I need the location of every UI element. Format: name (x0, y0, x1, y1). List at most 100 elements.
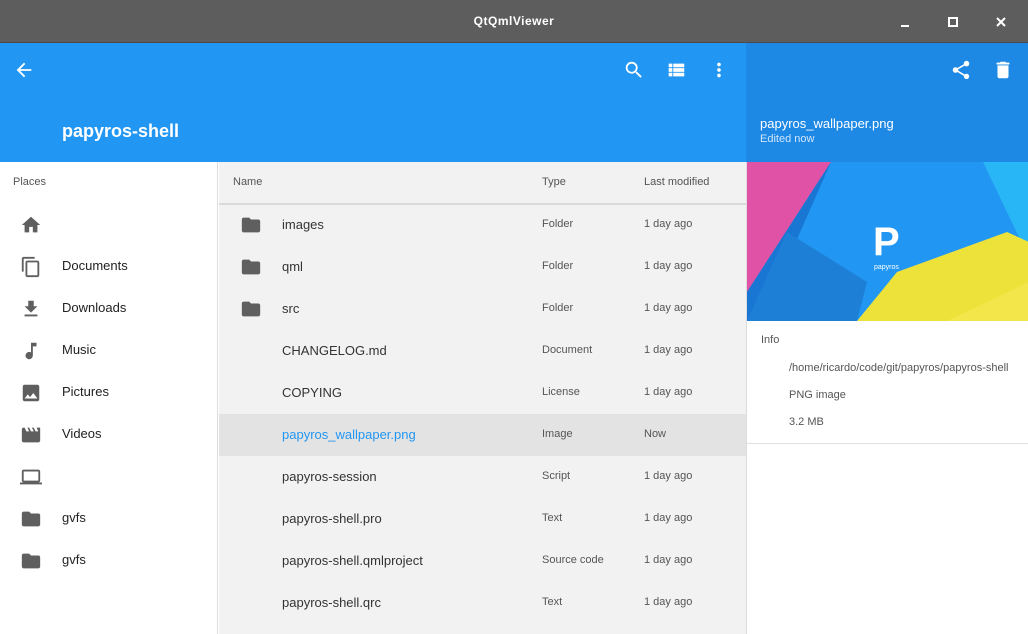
view-list-button[interactable] (662, 56, 690, 84)
close-button[interactable] (988, 9, 1014, 35)
info-heading: Info (761, 334, 780, 346)
home-icon (20, 214, 42, 236)
music-icon (20, 340, 42, 362)
sidebar-item-label: Pictures (62, 384, 109, 399)
sidebar-item-computer[interactable] (0, 456, 218, 498)
file-name: papyros-shell.qmlproject (282, 553, 423, 568)
file-name: papyros-shell.pro (282, 511, 382, 526)
detail-pane: P papyros Info /home/ricardo/code/git/pa… (746, 162, 1028, 634)
file-name: src (282, 301, 300, 316)
image-icon (20, 382, 42, 404)
maximize-icon (948, 17, 958, 27)
video-icon (20, 424, 42, 446)
file-modified: 1 day ago (644, 470, 693, 482)
minimize-button[interactable] (892, 9, 918, 35)
download-icon (20, 298, 42, 320)
sidebar-item-label: Documents (62, 258, 128, 273)
minimize-icon (901, 25, 909, 27)
preview-logo-letter: P (873, 220, 900, 264)
places-heading: Places (13, 176, 47, 188)
file-list-header: Name Type Last modified (219, 162, 746, 205)
sidebar-item-home[interactable] (0, 204, 218, 246)
share-button[interactable] (947, 56, 975, 84)
column-header-type[interactable]: Type (542, 176, 566, 188)
file-list: Name Type Last modified images Folder 1 … (219, 162, 746, 634)
folder-icon (240, 256, 262, 278)
sidebar-item-label: Downloads (62, 300, 127, 315)
table-row[interactable]: COPYING License 1 day ago (219, 372, 746, 414)
back-button[interactable] (10, 56, 38, 84)
column-header-modified[interactable]: Last modified (644, 176, 709, 188)
folder-title: papyros-shell (62, 121, 180, 141)
more-options-button[interactable] (705, 56, 733, 84)
file-name: images (282, 217, 324, 232)
file-type: Folder (542, 302, 574, 314)
table-row[interactable]: src Folder 1 day ago (219, 288, 746, 330)
table-row[interactable]: papyros-shell.pro Text 1 day ago (219, 498, 746, 540)
detail-file-status: Edited now (760, 133, 815, 145)
file-type: Source code (542, 554, 604, 566)
file-modified: 1 day ago (644, 218, 693, 230)
sidebar-item-label: gvfs (62, 552, 86, 567)
table-row-selected[interactable]: papyros_wallpaper.png Image Now (219, 414, 746, 456)
sidebar-item-pictures[interactable]: Pictures (0, 372, 218, 414)
sidebar-item-videos[interactable]: Videos (0, 414, 218, 456)
file-name: COPYING (282, 385, 342, 400)
file-name: CHANGELOG.md (282, 343, 387, 358)
arrow-back-icon (16, 62, 32, 78)
window-title: QtQmlViewer (473, 14, 555, 28)
file-type: Text (542, 596, 563, 608)
table-row[interactable]: papyros-shell.qrc Text 1 day ago (219, 582, 746, 624)
documents-icon (20, 256, 42, 278)
file-name: papyros-session (282, 469, 377, 484)
divider (747, 443, 1028, 444)
file-type: Text (542, 512, 563, 524)
list-view-icon (668, 63, 685, 77)
sidebar-item-label: gvfs (62, 510, 86, 525)
maximize-button[interactable] (940, 9, 966, 35)
detail-file-name: papyros_wallpaper.png (760, 116, 894, 131)
file-type: Folder (542, 260, 574, 272)
file-type: Image (542, 428, 573, 440)
sidebar-item-gvfs[interactable]: gvfs (0, 540, 218, 582)
file-size: 3.2 MB (789, 416, 824, 428)
file-modified: Now (644, 428, 667, 440)
places-sidebar: Places Documents Downloads Music Picture… (0, 162, 218, 634)
table-row[interactable]: images Folder 1 day ago (219, 204, 746, 246)
file-modified: 1 day ago (644, 554, 693, 566)
table-row[interactable]: CHANGELOG.md Document 1 day ago (219, 330, 746, 372)
folder-icon (240, 214, 262, 236)
sidebar-item-music[interactable]: Music (0, 330, 218, 372)
delete-button[interactable] (989, 56, 1017, 84)
file-modified: 1 day ago (644, 386, 693, 398)
trash-icon (996, 61, 1010, 79)
search-icon (625, 61, 642, 78)
sidebar-item-label: Music (62, 342, 96, 357)
file-modified: 1 day ago (644, 512, 693, 524)
file-path: /home/ricardo/code/git/papyros/papyros-s… (789, 362, 1009, 374)
file-modified: 1 day ago (644, 260, 693, 272)
file-modified: 1 day ago (644, 344, 693, 356)
sidebar-item-gvfs[interactable]: gvfs (0, 498, 218, 540)
file-type: Script (542, 470, 571, 482)
detail-header: papyros_wallpaper.png Edited now (746, 43, 1028, 162)
app-bar: papyros-shell (0, 43, 746, 162)
search-button[interactable] (620, 56, 648, 84)
column-header-name[interactable]: Name (233, 176, 262, 188)
file-type: Folder (542, 218, 574, 230)
sidebar-item-downloads[interactable]: Downloads (0, 288, 218, 330)
file-name: papyros-shell.qrc (282, 595, 381, 610)
folder-icon (20, 508, 42, 530)
file-name: qml (282, 259, 303, 274)
close-icon (996, 17, 1006, 27)
folder-icon (240, 298, 262, 320)
sidebar-item-documents[interactable]: Documents (0, 246, 218, 288)
more-vert-icon (717, 62, 721, 78)
file-type: Document (542, 344, 593, 356)
table-row[interactable]: papyros-shell.qmlproject Source code 1 d… (219, 540, 746, 582)
table-row[interactable]: qml Folder 1 day ago (219, 246, 746, 288)
file-modified: 1 day ago (644, 596, 693, 608)
image-preview: P papyros (747, 162, 1028, 321)
sidebar-item-label: Videos (62, 426, 102, 441)
table-row[interactable]: papyros-session Script 1 day ago (219, 456, 746, 498)
